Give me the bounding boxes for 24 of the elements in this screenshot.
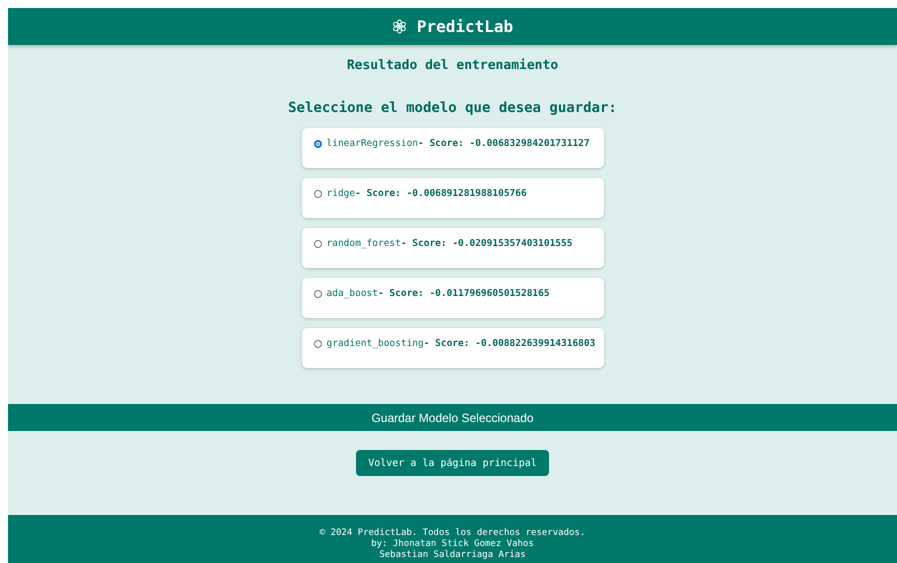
back-button[interactable]: Volver a la página principal — [356, 450, 549, 476]
footer-text: © 2024 PredictLab. Todos los derechos reservados. — [320, 528, 586, 539]
radio-button[interactable] — [314, 290, 322, 298]
footer-text: Sebastian Saldarriaga Arias — [379, 550, 526, 561]
model-label: linearRegression- Score: -0.006832984201731127 — [326, 138, 590, 149]
radio-button[interactable] — [314, 340, 322, 348]
prompt-text: Seleccione el modelo que desea guardar: — [288, 100, 617, 116]
model-option[interactable]: random_forest- Score: -0.020915357403101555 — [302, 228, 604, 268]
model-option[interactable]: linearRegression- Score: -0.006832984201731127 — [302, 128, 604, 168]
logo-icon — [392, 19, 407, 34]
save-button[interactable]: Guardar Modelo Seleccionado — [8, 404, 897, 431]
model-label: gradient_boosting- Score: -0.008822639914316803 — [326, 338, 596, 349]
model-option[interactable]: ridge- Score: -0.006891281988105766 — [302, 178, 604, 218]
model-label: ridge- Score: -0.006891281988105766 — [326, 188, 527, 199]
model-option[interactable]: gradient_boosting- Score: -0.008822639914316803 — [302, 328, 604, 368]
model-option[interactable]: ada_boost- Score: -0.011796960501528165 — [302, 278, 604, 318]
model-label: random_forest- Score: -0.020915357403101555 — [326, 238, 572, 249]
radio-button[interactable] — [314, 240, 322, 248]
footer-text: by: Jhonatan Stick Gomez Vahos — [371, 539, 534, 550]
app-title: PredictLab — [416, 17, 514, 36]
radio-button[interactable] — [314, 190, 322, 198]
radio-button[interactable] — [314, 140, 322, 148]
model-label: ada_boost- Score: -0.011796960501528165 — [326, 288, 550, 299]
page-heading: Resultado del entrenamiento — [346, 58, 558, 73]
